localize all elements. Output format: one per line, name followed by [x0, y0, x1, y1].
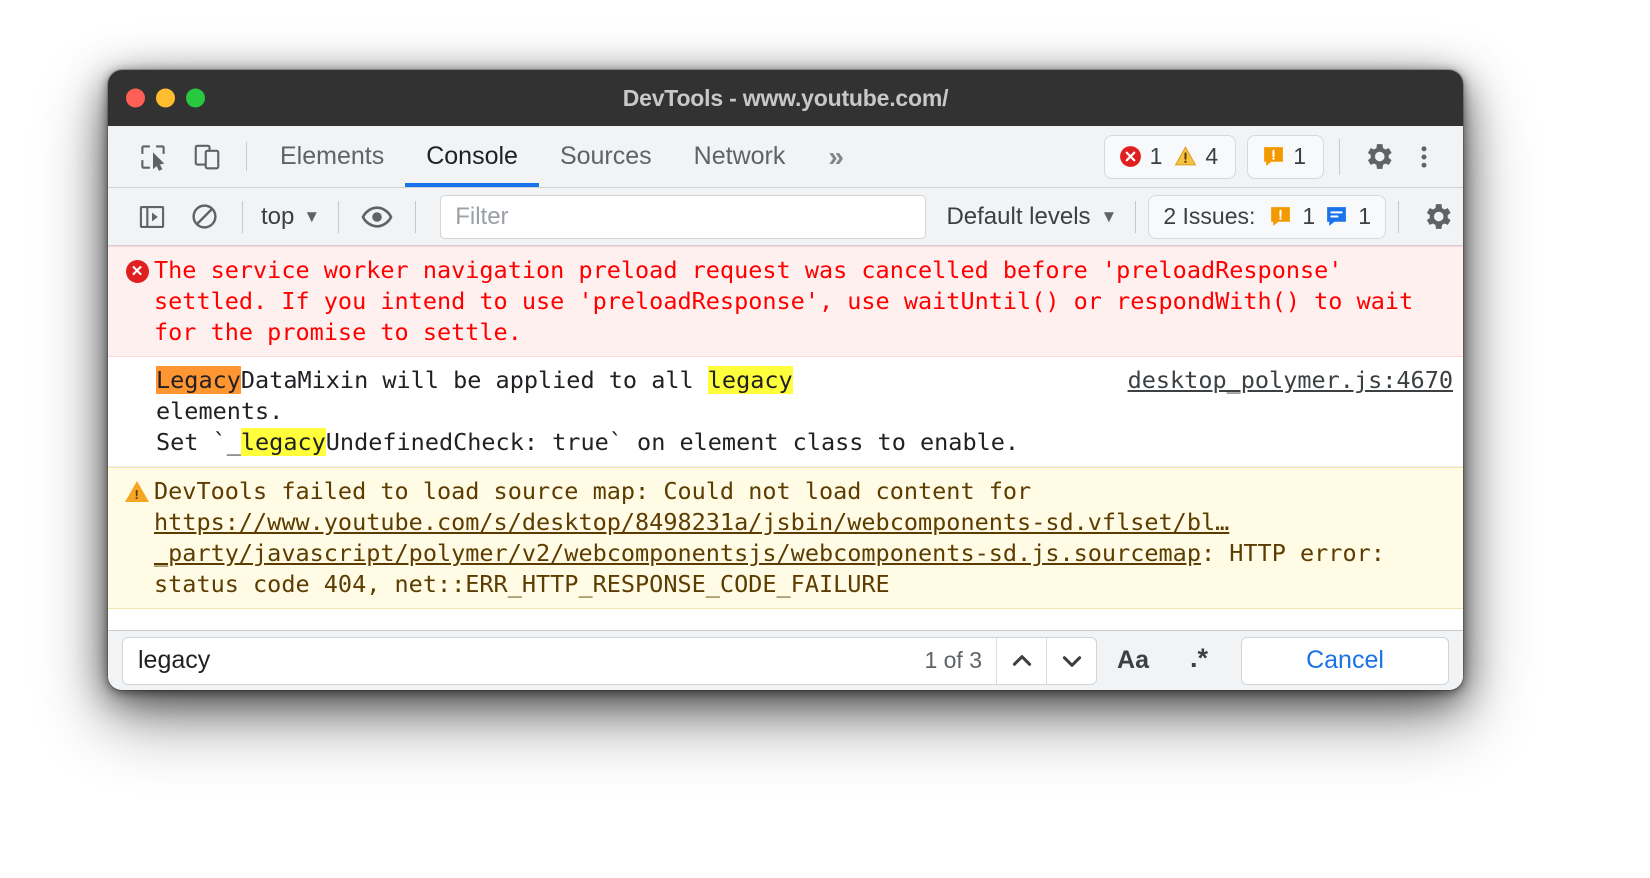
more-tabs-button[interactable]: » [806, 126, 860, 187]
source-location-link[interactable]: desktop_polymer.js:4670 [1116, 365, 1453, 396]
clear-console-icon [190, 202, 219, 231]
gear-icon [1421, 200, 1454, 233]
devtools-main-menu-button[interactable] [1401, 134, 1447, 180]
log-levels-label: Default levels [946, 202, 1091, 230]
console-message-log-text: LegacyDataMixin will be applied to all l… [154, 365, 1116, 458]
issues-count-pill[interactable]: 1 [1247, 134, 1324, 179]
search-input[interactable]: legacy [123, 646, 910, 675]
tabbar-divider-2 [1339, 138, 1340, 175]
warning-text-part: DevTools failed to load source map: Coul… [154, 477, 1046, 506]
log-text-part: DataMixin will be applied to all [240, 366, 708, 395]
tab-sources[interactable]: Sources [539, 126, 673, 187]
warning-triangle-icon [125, 481, 149, 503]
match-case-button[interactable]: Aa [1103, 637, 1163, 685]
minimize-window-button[interactable] [156, 88, 175, 108]
console-toolbar-divider-5 [1398, 200, 1399, 233]
error-warning-counts[interactable]: 1 4 [1103, 134, 1237, 179]
window-titlebar: DevTools - www.youtube.com/ [108, 70, 1463, 126]
search-next-button[interactable] [1046, 637, 1096, 684]
tabbar-right-group: 1 4 1 [1103, 126, 1463, 187]
search-match: legacy [707, 366, 793, 395]
chevron-down-icon: ▼ [303, 206, 321, 226]
window-controls [126, 88, 205, 108]
screenshot-root: DevTools - www.youtube.com/ Elements Con… [0, 0, 1650, 878]
error-count: 1 [1149, 143, 1163, 169]
devtools-tabbar: Elements Console Sources Network » 1 4 1 [108, 126, 1463, 188]
message-icon-slot: ✕ [120, 255, 154, 283]
console-search-bar: legacy 1 of 3 Aa .* Cancel [108, 630, 1463, 690]
search-match-count: 1 of 3 [924, 647, 982, 673]
warning-triangle-icon [1173, 144, 1198, 169]
console-sidebar-icon [138, 203, 166, 231]
issues-warning-count: 1 [1302, 203, 1316, 229]
maximize-window-button[interactable] [186, 88, 205, 108]
kebab-menu-icon [1410, 141, 1438, 173]
console-message-error-text: The service worker navigation preload re… [154, 256, 1428, 347]
close-window-button[interactable] [126, 88, 145, 108]
console-settings-button[interactable] [1411, 195, 1463, 239]
toggle-device-toolbar-button[interactable] [180, 126, 234, 187]
search-match: legacy [240, 428, 326, 457]
execution-context-label: top [261, 202, 295, 230]
console-message-log[interactable]: LegacyDataMixin will be applied to all l… [108, 357, 1463, 468]
console-message-error[interactable]: ✕ The service worker navigation preload … [108, 246, 1463, 358]
info-bubble-icon [1324, 204, 1349, 229]
warning-count: 4 [1205, 143, 1219, 169]
chevron-down-icon: ▼ [1100, 206, 1118, 226]
message-icon-slot [120, 365, 154, 370]
window-title: DevTools - www.youtube.com/ [622, 84, 949, 111]
sourcemap-url-link[interactable]: https://www.youtube.com/s/desktop/849823… [154, 508, 1229, 567]
console-filter-input[interactable]: Filter [440, 194, 927, 239]
chevron-down-icon [1062, 655, 1081, 667]
eye-icon [361, 201, 393, 233]
devtools-settings-button[interactable] [1355, 134, 1401, 180]
console-message-warning[interactable]: DevTools failed to load source map: Coul… [108, 467, 1463, 610]
console-message-list[interactable]: ✕ The service worker navigation preload … [108, 246, 1463, 630]
live-expression-button[interactable] [351, 195, 403, 239]
error-circle-icon: ✕ [125, 260, 149, 283]
cancel-search-button[interactable]: Cancel [1241, 636, 1449, 685]
issues-label: 2 Issues: [1163, 203, 1256, 229]
execution-context-selector[interactable]: top ▼ [255, 203, 326, 231]
console-toolbar-divider-1 [242, 200, 243, 233]
console-toolbar: top ▼ Filter Default levels ▼ 2 Issues: … [108, 188, 1463, 246]
tabbar-divider-1 [246, 142, 247, 171]
message-icon-slot [120, 476, 154, 503]
search-previous-button[interactable] [996, 637, 1046, 684]
console-issues-button[interactable]: 2 Issues: 1 1 [1148, 194, 1386, 239]
console-sidebar-toggle-button[interactable] [126, 195, 178, 239]
use-regex-button[interactable]: .* [1169, 637, 1229, 685]
gear-icon [1362, 140, 1395, 173]
tab-network[interactable]: Network [673, 126, 807, 187]
chevron-up-icon [1012, 654, 1031, 666]
log-levels-selector[interactable]: Default levels ▼ [940, 203, 1123, 231]
console-filter-placeholder: Filter [455, 202, 509, 230]
search-match-active: Legacy [156, 366, 241, 395]
tab-elements-label: Elements [280, 142, 385, 170]
clear-console-button[interactable] [178, 195, 230, 239]
tab-console[interactable]: Console [405, 126, 539, 187]
error-circle-icon [1118, 144, 1143, 169]
tab-elements[interactable]: Elements [259, 126, 405, 187]
devtools-window: DevTools - www.youtube.com/ Elements Con… [108, 70, 1463, 690]
issue-bubble-icon [1261, 144, 1286, 169]
console-toolbar-divider-2 [338, 200, 340, 233]
issues-info-count: 1 [1358, 203, 1371, 229]
console-message-warning-text: DevTools failed to load source map: Coul… [154, 476, 1453, 600]
inspect-element-icon [138, 142, 168, 172]
device-toolbar-icon [192, 142, 222, 172]
devtools-tab-list: Elements Console Sources Network [259, 126, 806, 187]
search-box[interactable]: legacy 1 of 3 [122, 636, 1097, 685]
inspect-element-button[interactable] [126, 126, 180, 187]
log-text-part: UndefinedCheck: true` on element class t… [325, 428, 1020, 457]
info-count: 1 [1293, 143, 1306, 169]
tab-console-label: Console [426, 142, 518, 170]
console-toolbar-divider-4 [1135, 200, 1137, 233]
tab-sources-label: Sources [559, 142, 652, 170]
issue-bubble-icon [1268, 204, 1293, 229]
tab-network-label: Network [693, 142, 786, 170]
console-toolbar-divider-3 [415, 200, 417, 233]
